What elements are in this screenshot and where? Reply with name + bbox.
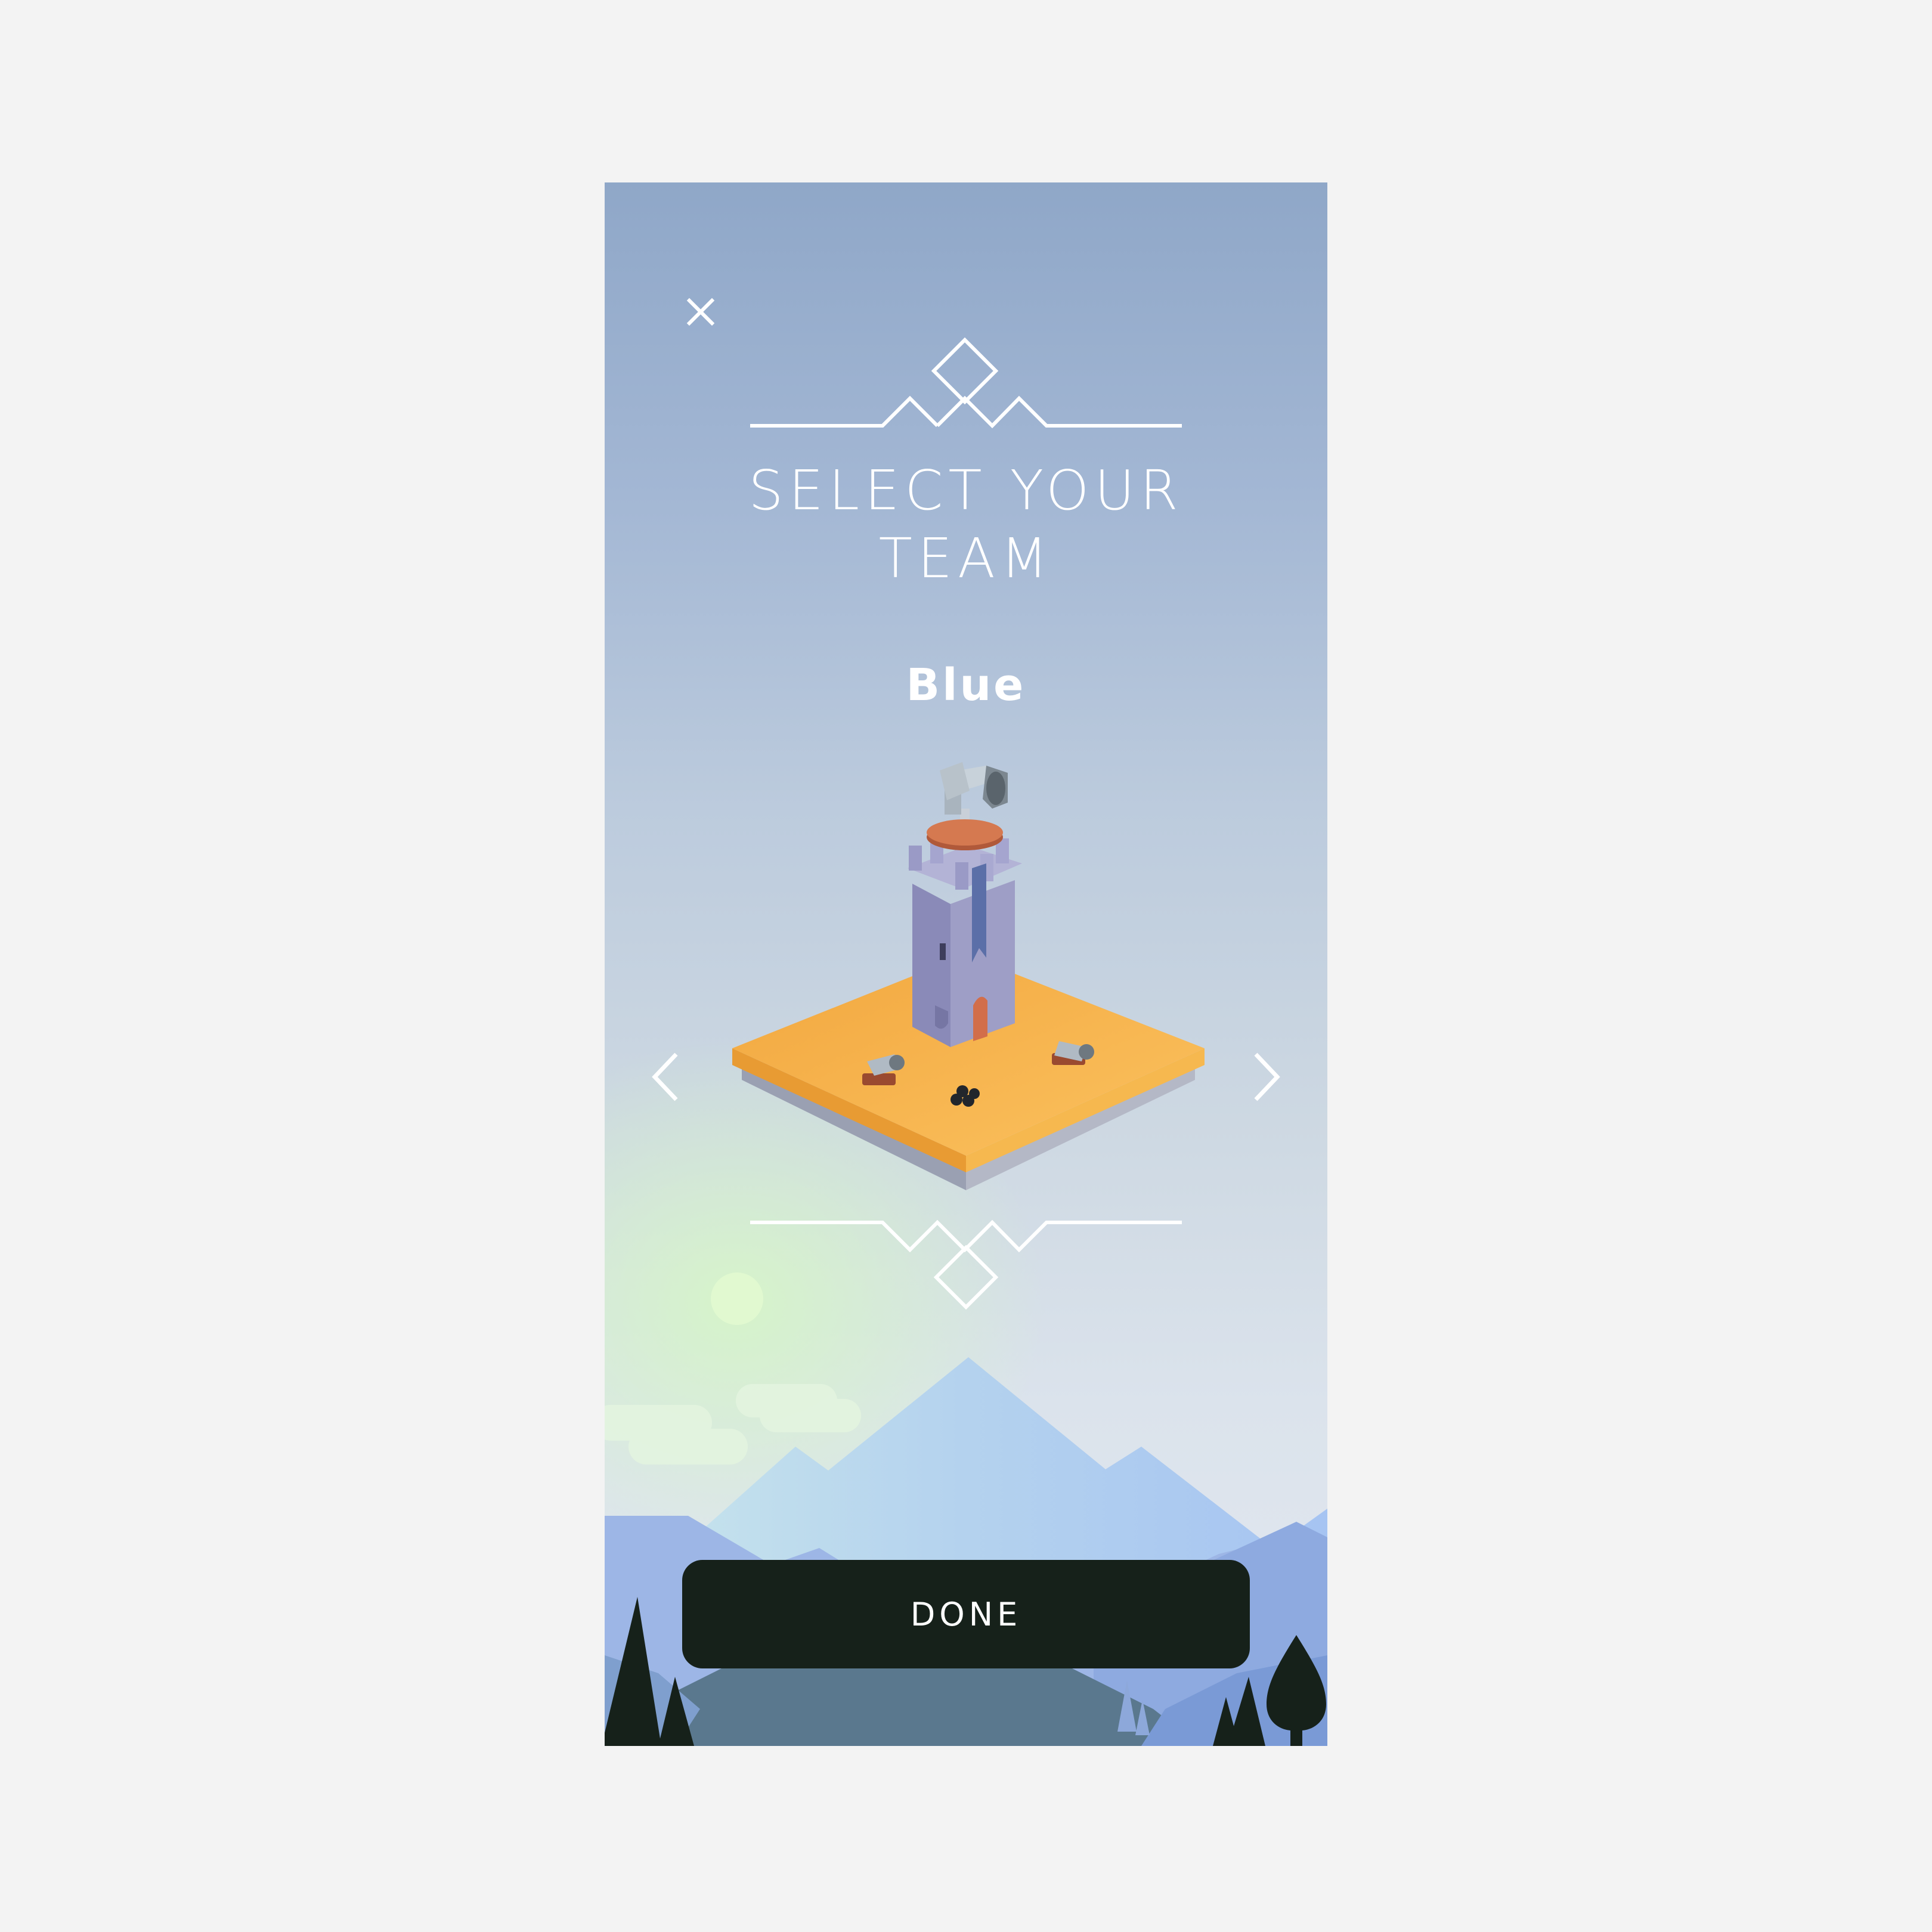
chevron-right-icon [1254, 1052, 1280, 1101]
previous-team-button[interactable] [640, 1041, 700, 1113]
ornament-top [750, 337, 1182, 429]
done-button[interactable]: DONE [682, 1560, 1250, 1668]
next-team-button[interactable] [1232, 1041, 1292, 1113]
sun [711, 1272, 763, 1325]
background-scene [605, 337, 1327, 1746]
screen-title: SELECT YOUR TEAM [748, 459, 1184, 590]
close-icon [686, 298, 715, 326]
game-screen: SELECT YOUR TEAM Blue DONE [605, 182, 1327, 1746]
team-name: Blue [906, 660, 1026, 711]
close-button[interactable] [676, 289, 724, 336]
done-button-label: DONE [910, 1595, 1022, 1633]
chevron-left-icon [652, 1052, 678, 1101]
